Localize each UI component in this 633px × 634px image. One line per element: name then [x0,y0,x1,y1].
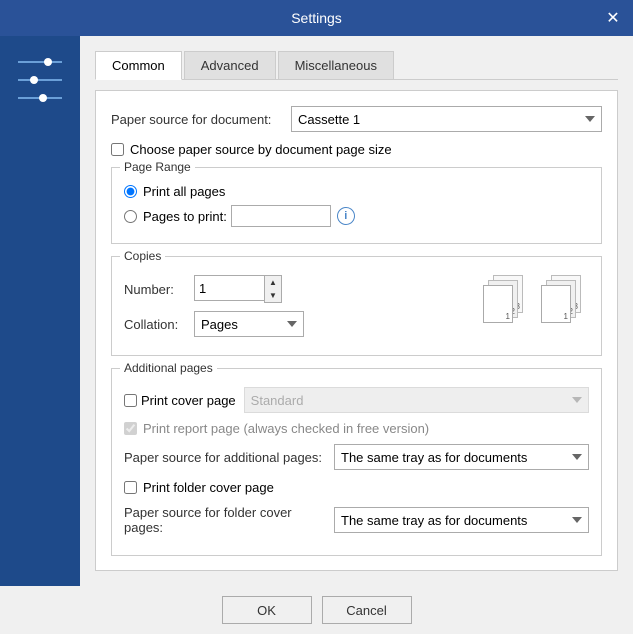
pages-to-print-radio[interactable] [124,210,137,223]
pages-to-print-label: Pages to print: [143,209,227,224]
collation-icon-2: 3 2 1 [541,275,589,327]
spinner-buttons: ▲ ▼ [264,275,282,303]
title-bar: Settings ✕ [0,0,633,36]
additional-pages-title: Additional pages [120,361,217,375]
dialog-footer: OK Cancel [0,586,633,634]
cover-page-select[interactable]: Standard Custom [244,387,589,413]
cover-page-label: Print cover page [141,393,236,408]
print-all-pages-label: Print all pages [143,184,225,199]
main-panel: Paper source for document: Cassette 1 Ca… [95,90,618,571]
sidebar [0,36,80,586]
number-label: Number: [124,282,194,297]
dialog-title: Settings [291,10,342,26]
info-icon[interactable]: i [337,207,355,225]
number-input[interactable] [194,275,264,301]
report-page-row: Print report page (always checked in fre… [124,421,589,436]
folder-cover-checkbox[interactable] [124,481,137,494]
number-row: Number: ▲ ▼ [124,275,463,303]
paper-source-select[interactable]: Cassette 1 Cassette 2 Manual Feed [291,106,602,132]
paper-source-row: Paper source for document: Cassette 1 Ca… [111,106,602,132]
number-input-wrap: ▲ ▼ [194,275,282,303]
report-page-label: Print report page (always checked in fre… [143,421,429,436]
print-all-pages-row: Print all pages [124,184,589,199]
spinner-up[interactable]: ▲ [265,276,281,289]
copies-group: Copies Number: ▲ ▼ [111,256,602,356]
folder-source-row: Paper source for folder cover pages: The… [124,505,589,535]
additional-source-label: Paper source for additional pages: [124,450,334,465]
collation-select[interactable]: Pages Copies [194,311,304,337]
collation-icon-1: 3 2 1 [483,275,531,327]
choose-paper-source-checkbox[interactable] [111,143,124,156]
page-range-title: Page Range [120,160,195,174]
collation-icons: 3 2 1 [483,275,589,327]
choose-paper-source-label: Choose paper source by document page siz… [130,142,392,157]
content-area: Common Advanced Miscellaneous Paper sour… [80,36,633,586]
report-page-checkbox[interactable] [124,422,137,435]
paper-source-label: Paper source for document: [111,112,291,127]
additional-pages-group: Additional pages Print cover page Standa… [111,368,602,556]
cancel-button[interactable]: Cancel [322,596,412,624]
tab-miscellaneous[interactable]: Miscellaneous [278,51,394,79]
tab-common[interactable]: Common [95,51,182,80]
cover-page-checkbox[interactable] [124,394,137,407]
folder-source-select[interactable]: The same tray as for documents Cassette … [334,507,589,533]
page-range-group: Page Range Print all pages Pages to prin… [111,167,602,244]
additional-source-row: Paper source for additional pages: The s… [124,444,589,470]
additional-source-select[interactable]: The same tray as for documents Cassette … [334,444,589,470]
spinner-down[interactable]: ▼ [265,289,281,302]
print-all-pages-radio[interactable] [124,185,137,198]
copies-title: Copies [120,249,165,263]
folder-cover-row: Print folder cover page [124,480,589,495]
collation-label: Collation: [124,317,194,332]
pages-to-print-input[interactable] [231,205,331,227]
slider-row-3 [18,92,62,104]
tabs: Common Advanced Miscellaneous [95,51,618,80]
copies-fields: Number: ▲ ▼ Collation: [124,275,463,345]
close-button[interactable]: ✕ [601,6,625,30]
slider-row-2 [18,74,62,86]
slider-row-1 [18,56,62,68]
cover-page-row: Print cover page Standard Custom [124,387,589,413]
tab-advanced[interactable]: Advanced [184,51,276,79]
sliders-icon [18,56,62,104]
collation-row: Collation: Pages Copies [124,311,463,337]
ok-button[interactable]: OK [222,596,312,624]
choose-paper-source-row: Choose paper source by document page siz… [111,142,602,157]
pages-to-print-row: Pages to print: i [124,205,589,227]
folder-source-label: Paper source for folder cover pages: [124,505,334,535]
folder-cover-label: Print folder cover page [143,480,274,495]
